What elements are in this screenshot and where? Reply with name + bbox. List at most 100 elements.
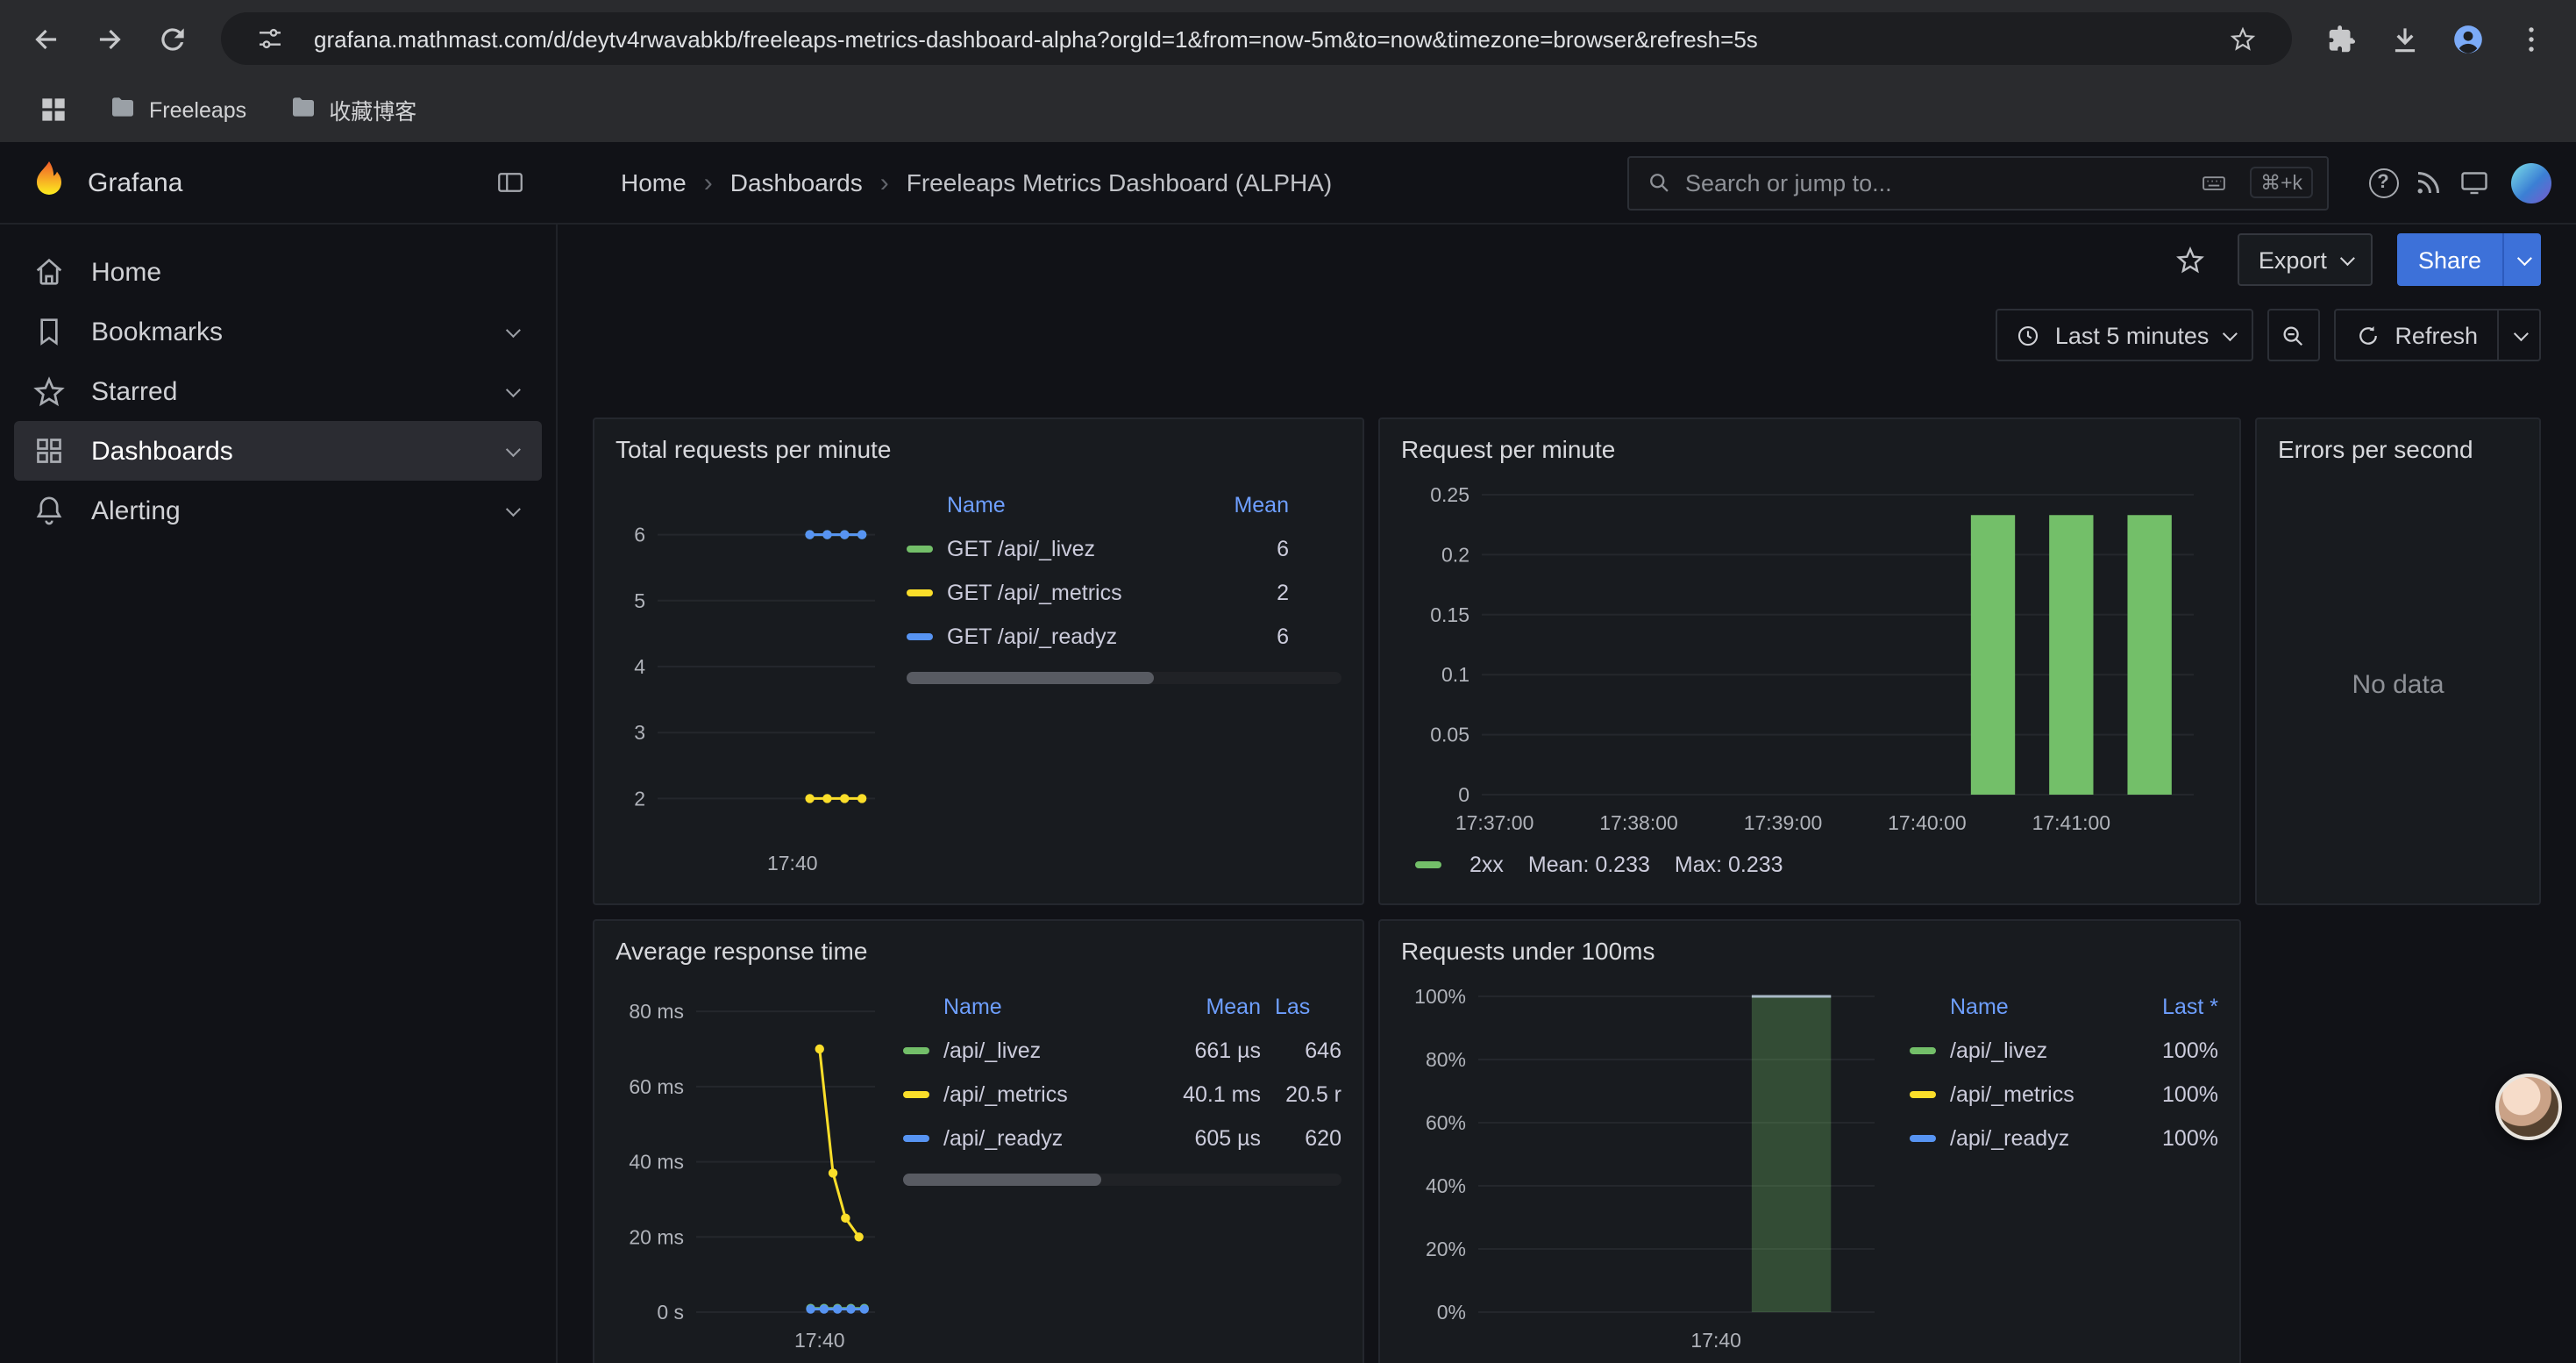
chart-total-requests[interactable]: 6543217:40: [616, 474, 893, 881]
svg-text:0%: 0%: [1437, 1301, 1466, 1324]
back-button[interactable]: [18, 11, 74, 67]
share-button[interactable]: Share: [2397, 233, 2502, 286]
search-input[interactable]: ⌘+k: [1627, 155, 2329, 210]
breadcrumb-home[interactable]: Home: [621, 168, 687, 196]
favorite-star-icon[interactable]: [2167, 237, 2213, 282]
chart-request-per-minute[interactable]: 0.250.20.150.10.05017:37:0017:38:0017:39…: [1401, 474, 2218, 840]
series-name[interactable]: /api/_readyz: [943, 1125, 1152, 1150]
svg-text:80%: 80%: [1426, 1048, 1466, 1071]
series-name[interactable]: 2xx: [1469, 853, 1504, 877]
legend-header-mean[interactable]: Mean: [1191, 493, 1289, 517]
panel-title[interactable]: Average response time: [594, 921, 1363, 968]
extensions-icon[interactable]: [2313, 11, 2369, 67]
help-icon[interactable]: ?: [2360, 160, 2406, 205]
news-rss-icon[interactable]: [2406, 160, 2451, 205]
refresh-split-button: Refresh: [2333, 309, 2541, 361]
panel-title[interactable]: Requests under 100ms: [1380, 921, 2239, 968]
legend-header-name[interactable]: Name: [903, 995, 1152, 1019]
clock-icon: [2015, 322, 2041, 348]
legend-row: /api/_readyz 100%: [1910, 1116, 2218, 1160]
reload-button[interactable]: [144, 11, 200, 67]
svg-text:80 ms: 80 ms: [629, 1000, 684, 1023]
forward-button[interactable]: [81, 11, 137, 67]
series-swatch: [1910, 1134, 1936, 1141]
series-swatch: [1415, 861, 1441, 868]
dashboard-main: Export Share Last 5 minutes: [558, 225, 2576, 1363]
bookmark-blog-folder[interactable]: 收藏博客: [274, 86, 431, 133]
export-button[interactable]: Export: [2238, 233, 2373, 286]
series-name[interactable]: /api/_metrics: [1950, 1081, 2113, 1106]
panel-title[interactable]: Total requests per minute: [594, 419, 1363, 467]
svg-text:0 s: 0 s: [657, 1301, 684, 1324]
sidebar-item-alerting[interactable]: Alerting: [14, 481, 542, 540]
bookmark-star-icon[interactable]: [2215, 11, 2271, 67]
bookmark-icon: [32, 314, 67, 349]
keyboard-icon: [2190, 160, 2236, 205]
breadcrumb-current: Freeleaps Metrics Dashboard (ALPHA): [907, 168, 1333, 196]
series-swatch: [903, 1046, 929, 1053]
legend-row: GET /api/_readyz 6: [907, 614, 1341, 658]
sidebar-item-home[interactable]: Home: [14, 242, 542, 302]
chevron-down-icon[interactable]: [506, 442, 521, 457]
search-field[interactable]: [1685, 169, 2176, 196]
series-name[interactable]: GET /api/_metrics: [947, 580, 1191, 604]
user-avatar[interactable]: [2511, 162, 2551, 203]
svg-text:60%: 60%: [1426, 1111, 1466, 1134]
chevron-down-icon[interactable]: [506, 323, 521, 338]
series-name[interactable]: /api/_readyz: [1950, 1125, 2113, 1150]
series-name[interactable]: /api/_livez: [1950, 1038, 2113, 1062]
chevron-down-icon[interactable]: [506, 502, 521, 517]
browser-menu-icon[interactable]: [2502, 11, 2558, 67]
legend-header-last[interactable]: Last *: [2113, 995, 2218, 1019]
series-swatch: [903, 1134, 929, 1141]
series-name[interactable]: GET /api/_readyz: [947, 624, 1191, 648]
time-range-picker[interactable]: Last 5 minutes: [1996, 309, 2253, 361]
legend-header-mean[interactable]: Mean: [1152, 995, 1261, 1019]
mega-menu-toggle-icon[interactable]: [487, 160, 533, 205]
legend-row: /api/_metrics 40.1 ms 20.5 r: [903, 1072, 1341, 1116]
breadcrumb-dashboards[interactable]: Dashboards: [730, 168, 863, 196]
site-settings-icon[interactable]: [242, 11, 298, 67]
sidebar-item-starred[interactable]: Starred: [14, 361, 542, 421]
refresh-button[interactable]: Refresh: [2335, 310, 2497, 360]
svg-text:0.15: 0.15: [1430, 603, 1469, 626]
legend-header-name[interactable]: Name: [907, 493, 1191, 517]
panel-title[interactable]: Errors per second: [2257, 419, 2539, 467]
grafana-logo[interactable]: [28, 157, 70, 208]
legend-table: Name Last * /api/_livez 100%: [1910, 975, 2218, 1363]
series-name[interactable]: GET /api/_livez: [947, 536, 1191, 560]
url-input[interactable]: [314, 25, 2199, 52]
series-name[interactable]: /api/_metrics: [943, 1081, 1152, 1106]
legend-header-name[interactable]: Name: [1910, 995, 2113, 1019]
legend-header-last[interactable]: Las: [1261, 995, 1341, 1019]
nav-left: Grafana: [0, 142, 558, 223]
chart-average-response-time[interactable]: 80 ms60 ms40 ms20 ms0 s17:40: [616, 975, 889, 1358]
scrollbar-thumb[interactable]: [907, 672, 1155, 684]
sidebar-item-dashboards[interactable]: Dashboards: [14, 421, 542, 481]
series-name[interactable]: /api/_livez: [943, 1038, 1152, 1062]
browser-profile-avatar[interactable]: [2439, 11, 2495, 67]
svg-text:20%: 20%: [1426, 1238, 1466, 1260]
downloads-icon[interactable]: [2376, 11, 2432, 67]
assistant-avatar[interactable]: [2495, 1074, 2562, 1140]
scrollbar-thumb[interactable]: [903, 1174, 1100, 1186]
zoom-out-button[interactable]: [2266, 309, 2319, 361]
apps-grid-icon[interactable]: [25, 82, 81, 138]
refresh-interval-caret[interactable]: [2497, 310, 2539, 360]
panel-total-requests: Total requests per minute 6543217:40 Nam…: [593, 417, 1364, 905]
svg-text:40%: 40%: [1426, 1174, 1466, 1197]
panel-errors-per-second: Errors per second No data: [2255, 417, 2541, 905]
monitor-icon[interactable]: [2451, 160, 2497, 205]
panel-title[interactable]: Request per minute: [1380, 419, 2239, 467]
bookmark-freeleaps[interactable]: Freeleaps: [95, 86, 260, 133]
series-swatch: [907, 589, 933, 596]
share-menu-caret[interactable]: [2502, 233, 2541, 286]
chart-requests-under-100ms[interactable]: 100%80%60%40%20%0%17:40: [1401, 975, 1896, 1358]
address-bar[interactable]: [221, 12, 2292, 65]
series-mean: 6: [1191, 536, 1289, 560]
chevron-down-icon: [2222, 326, 2237, 341]
svg-text:17:41:00: 17:41:00: [2032, 811, 2111, 834]
home-icon: [32, 254, 67, 289]
chevron-down-icon[interactable]: [506, 382, 521, 397]
sidebar-item-bookmarks[interactable]: Bookmarks: [14, 302, 542, 361]
